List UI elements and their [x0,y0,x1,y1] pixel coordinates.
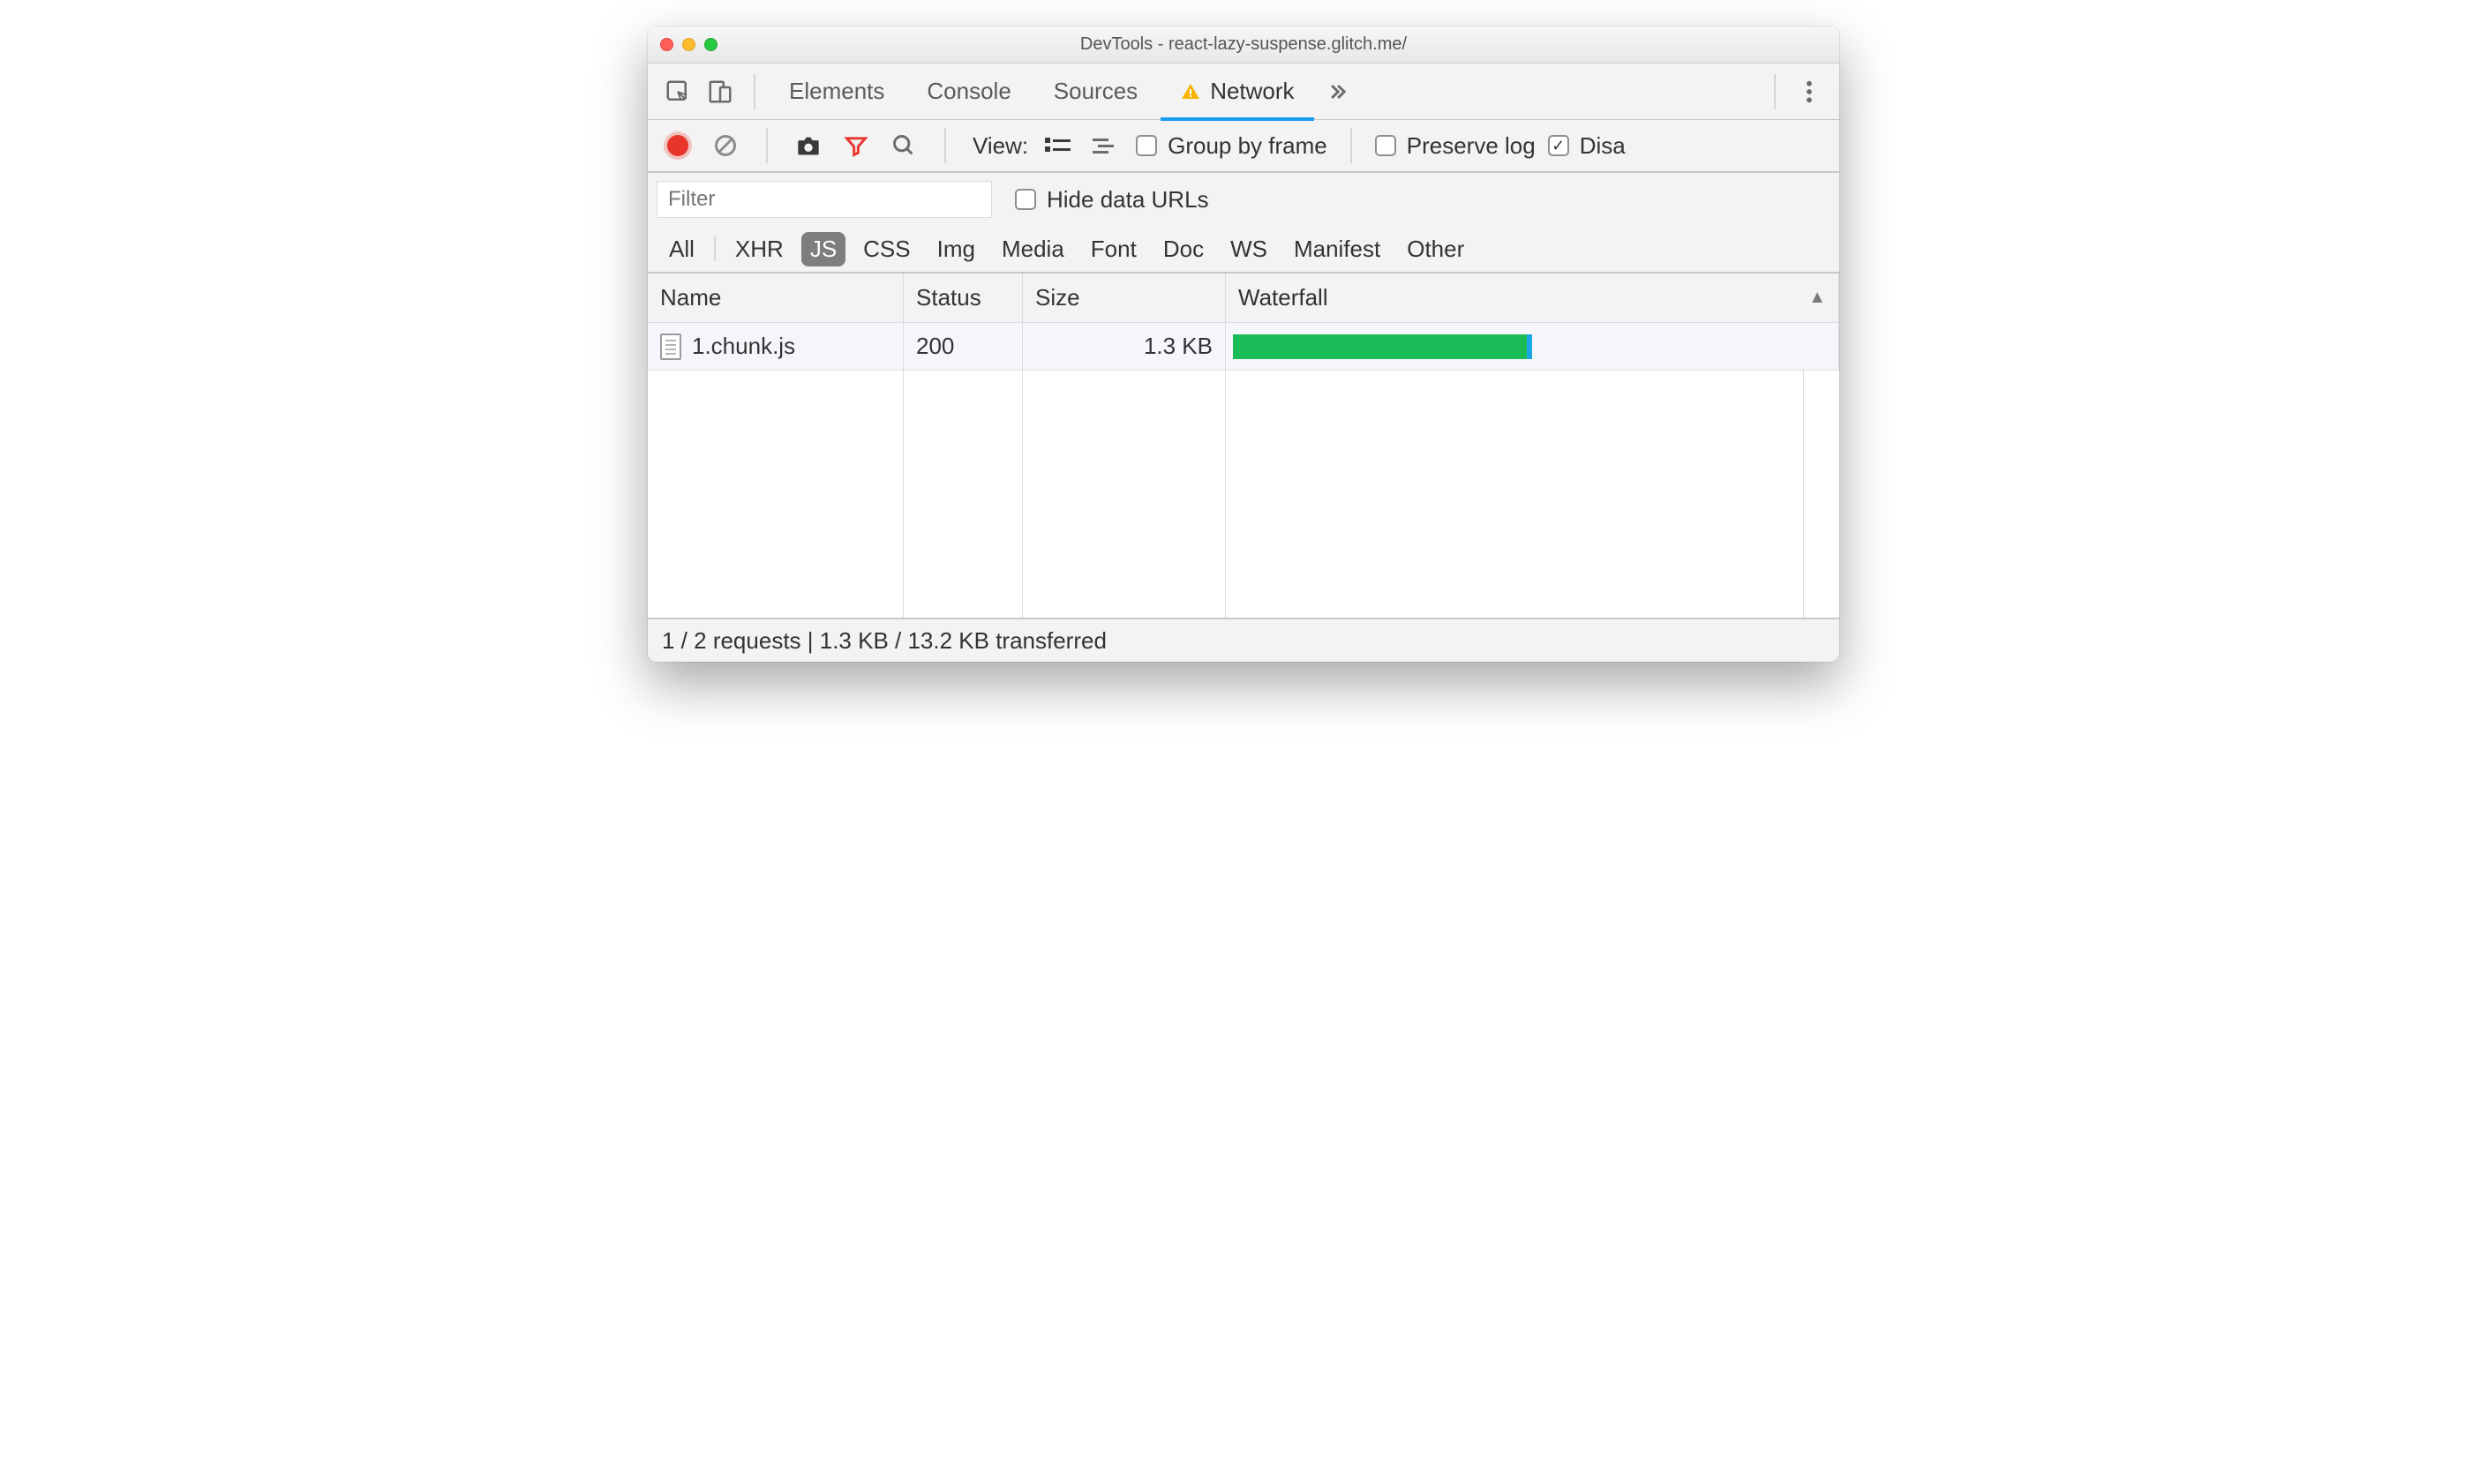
view-large-icon[interactable] [1041,128,1076,163]
col-status[interactable]: Status [904,274,1023,323]
type-chip-other[interactable]: Other [1398,232,1473,266]
type-chip-xhr[interactable]: XHR [726,232,793,266]
divider [1350,128,1352,163]
network-table-body [648,371,1839,618]
resource-type-filter: All XHR JS CSS Img Media Font Doc WS Man… [648,226,1839,274]
window-titlebar: DevTools - react-lazy-suspense.glitch.me… [648,26,1839,64]
tab-elements[interactable]: Elements [770,64,904,120]
record-icon [667,135,688,156]
type-chip-font[interactable]: Font [1082,232,1146,266]
type-chip-manifest[interactable]: Manifest [1285,232,1389,266]
filter-input[interactable] [657,181,992,218]
col-label: Status [916,284,981,311]
type-chip-css[interactable]: CSS [854,232,919,266]
main-tabs: Elements Console Sources Network [648,64,1839,120]
filter-bar: Hide data URLs [648,173,1839,226]
device-toolbar-icon[interactable] [701,72,740,111]
window-title: DevTools - react-lazy-suspense.glitch.me… [1080,34,1407,55]
minimize-window-dot[interactable] [682,38,695,51]
col-label: Name [660,284,721,311]
tab-label: Network [1210,78,1294,105]
status-bar: 1 / 2 requests | 1.3 KB / 13.2 KB transf… [648,618,1839,662]
cell-text: 1.3 KB [1144,333,1213,360]
tab-label: Console [927,78,1011,105]
option-label: Group by frame [1168,132,1327,160]
type-chip-img[interactable]: Img [928,232,984,266]
kebab-menu-icon[interactable] [1790,72,1829,111]
group-by-frame-option[interactable]: Group by frame [1136,132,1327,160]
option-label: Preserve log [1407,132,1536,160]
type-chip-all[interactable]: All [660,232,703,266]
network-table-header: Name Status Size Waterfall ▲ [648,274,1839,323]
clear-button[interactable] [708,128,743,163]
cell-size: 1.3 KB [1023,323,1226,371]
capture-screenshots-icon[interactable] [791,128,826,163]
divider [714,236,716,261]
checkbox-unchecked-icon [1136,135,1157,156]
view-label: View: [973,132,1028,160]
divider [766,128,768,163]
tab-network[interactable]: Network [1161,64,1313,120]
cell-status: 200 [904,323,1023,371]
record-button[interactable] [660,128,695,163]
col-label: Size [1035,284,1080,311]
sort-asc-icon: ▲ [1808,288,1826,308]
type-chip-doc[interactable]: Doc [1154,232,1213,266]
view-small-icon[interactable] [1088,128,1123,163]
col-size[interactable]: Size [1023,274,1226,323]
waterfall-bar [1233,334,1532,359]
network-toolbar: View: Group by frame Preserve log Disa [648,120,1839,173]
tab-sources[interactable]: Sources [1034,64,1157,120]
divider [754,74,755,109]
cell-text: 200 [916,333,954,360]
type-chip-media[interactable]: Media [993,232,1073,266]
type-chip-ws[interactable]: WS [1221,232,1276,266]
col-label: Waterfall [1238,284,1328,311]
status-text: 1 / 2 requests | 1.3 KB / 13.2 KB transf… [662,627,1107,655]
close-window-dot[interactable] [660,38,673,51]
checkbox-checked-icon [1548,135,1569,156]
zoom-window-dot[interactable] [704,38,718,51]
filter-toggle-icon[interactable] [838,128,874,163]
col-waterfall[interactable]: Waterfall ▲ [1226,274,1839,323]
checkbox-unchecked-icon [1015,189,1036,210]
tab-console[interactable]: Console [907,64,1030,120]
tab-label: Sources [1054,78,1138,105]
col-name[interactable]: Name [648,274,904,323]
search-icon[interactable] [886,128,921,163]
window-traffic-lights [648,38,730,51]
preserve-log-option[interactable]: Preserve log [1375,132,1536,160]
disable-cache-option[interactable]: Disa [1548,132,1626,160]
option-label: Hide data URLs [1047,186,1209,214]
cell-waterfall [1226,323,1839,371]
devtools-window: DevTools - react-lazy-suspense.glitch.me… [648,26,1839,662]
divider [1774,74,1776,109]
divider [944,128,946,163]
script-file-icon [660,334,681,360]
type-chip-js[interactable]: JS [801,232,845,266]
cell-name: 1.chunk.js [648,323,904,371]
tab-label: Elements [789,78,884,105]
checkbox-unchecked-icon [1375,135,1396,156]
table-row[interactable]: 1.chunk.js 200 1.3 KB [648,323,1839,371]
cell-text: 1.chunk.js [692,333,795,360]
warning-icon [1180,81,1201,102]
option-label: Disa [1580,132,1626,160]
more-tabs-icon[interactable] [1318,72,1356,111]
hide-data-urls-option[interactable]: Hide data URLs [1015,186,1209,214]
inspect-element-icon[interactable] [658,72,697,111]
